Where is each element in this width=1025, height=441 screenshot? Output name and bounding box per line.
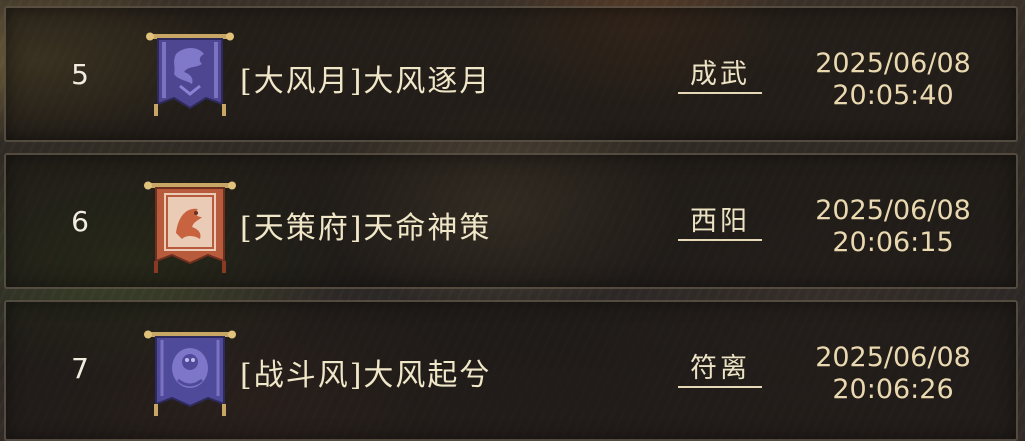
rank-number: 6 [71, 205, 89, 238]
purple-beast-banner-icon [142, 324, 238, 424]
timestamp-time: 20:05:40 [832, 80, 954, 111]
server-link[interactable]: 符离 [678, 352, 762, 388]
red-phoenix-banner-icon [142, 177, 238, 277]
ranking-row: 7 [战斗风]大风起兮 符离 2025/06/08 20:06:26 [4, 300, 1018, 441]
ranking-row: 6 [天策府]天命神策 西阳 2025/06/08 20:06:15 [4, 153, 1018, 289]
ranking-list-scene: 5 [大风月]大风逐月 成武 2025/06/08 20:05:40 6 [天策… [0, 0, 1025, 441]
timestamp-time: 20:06:26 [832, 374, 954, 405]
guild-name: [大风月]大风逐月 [240, 64, 492, 99]
guild-name: [天策府]天命神策 [240, 211, 492, 246]
purple-dragon-banner-icon [142, 24, 238, 124]
timestamp: 2025/06/08 20:06:15 [786, 195, 1000, 259]
rank-number: 7 [71, 352, 89, 385]
ranking-row: 5 [大风月]大风逐月 成武 2025/06/08 20:05:40 [4, 6, 1018, 142]
timestamp-date: 2025/06/08 [815, 342, 971, 373]
timestamp: 2025/06/08 20:05:40 [786, 48, 1000, 112]
guild-name: [战斗风]大风起兮 [240, 358, 492, 393]
server-link[interactable]: 西阳 [678, 205, 762, 241]
rank-number: 5 [71, 58, 89, 91]
timestamp-date: 2025/06/08 [815, 48, 971, 79]
server-link[interactable]: 成武 [678, 58, 762, 94]
timestamp: 2025/06/08 20:06:26 [786, 342, 1000, 406]
timestamp-date: 2025/06/08 [815, 195, 971, 226]
timestamp-time: 20:06:15 [832, 227, 954, 258]
